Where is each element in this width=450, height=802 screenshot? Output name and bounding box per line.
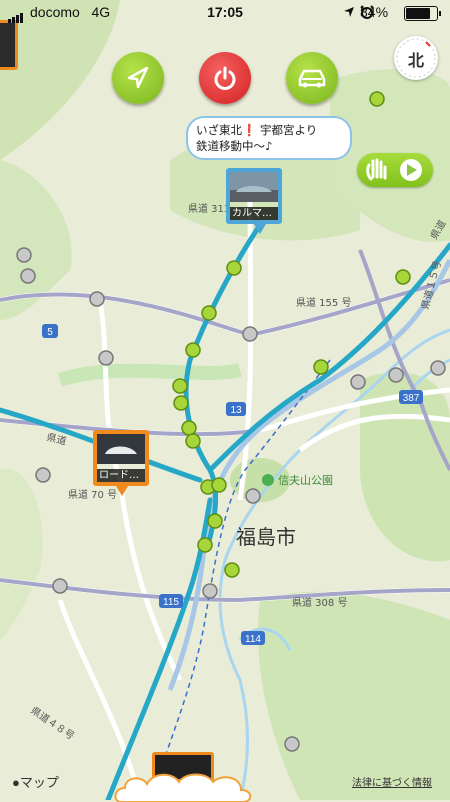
message-bubble[interactable]: いざ東北❗️ 宇都宮より 鉄道移動中〜♪ (186, 116, 352, 160)
current-location-cloud (114, 773, 252, 802)
message-line-2: 鉄道移動中〜♪ (196, 139, 273, 153)
location-icon (344, 7, 354, 17)
navigate-button[interactable] (112, 52, 164, 104)
photo-pin-caption: ロード… (97, 469, 145, 482)
park-label: 信夫山公園 (278, 474, 333, 487)
photo-thumbnail (97, 434, 145, 464)
route-13-label: 13 (230, 405, 242, 416)
maps-brand: ●マップ (12, 775, 59, 790)
road-313-label: 県道 313 (188, 202, 230, 215)
photo-pin-caption: カルマ… (230, 207, 278, 220)
car-icon (298, 69, 326, 88)
photo-pin-road[interactable]: ロード… (93, 430, 149, 486)
road-70-label: 県道 70 号 (68, 488, 117, 501)
battery-percent: 84% (360, 4, 389, 20)
battery-icon (404, 6, 441, 21)
wave-play-button[interactable] (357, 153, 433, 187)
apple-logo-icon: ● (12, 775, 20, 790)
road-308-label: 県道 308 号 (292, 596, 347, 609)
park-icon (262, 474, 274, 486)
route-387-label: 387 (403, 393, 420, 404)
road-155-label: 県道 155 号 (296, 296, 351, 309)
route-114-label: 114 (245, 634, 261, 645)
pin-pointer-icon (116, 486, 128, 496)
route-5-label: 5 (47, 327, 53, 338)
wave-hand-icon (366, 158, 422, 181)
power-button[interactable] (199, 52, 251, 104)
power-icon (214, 66, 236, 90)
message-line-1: いざ東北❗️ 宇都宮より (196, 123, 318, 137)
legal-link[interactable]: 法律に基づく情報 (352, 774, 432, 789)
photo-pin-offscreen[interactable] (0, 20, 18, 70)
location-arrow-icon (127, 66, 149, 89)
city-label: 福島市 (236, 525, 296, 549)
status-bar: docomo 4G 17:05 84% (0, 0, 450, 26)
photo-thumbnail (230, 172, 278, 202)
compass-button[interactable]: 北 (394, 36, 438, 80)
pin-pointer-icon (254, 224, 266, 234)
compass-north-label: 北 (407, 51, 424, 70)
route-115-label: 115 (163, 597, 179, 608)
photo-pin-car[interactable]: カルマ… (226, 168, 282, 224)
car-button[interactable] (286, 52, 338, 104)
